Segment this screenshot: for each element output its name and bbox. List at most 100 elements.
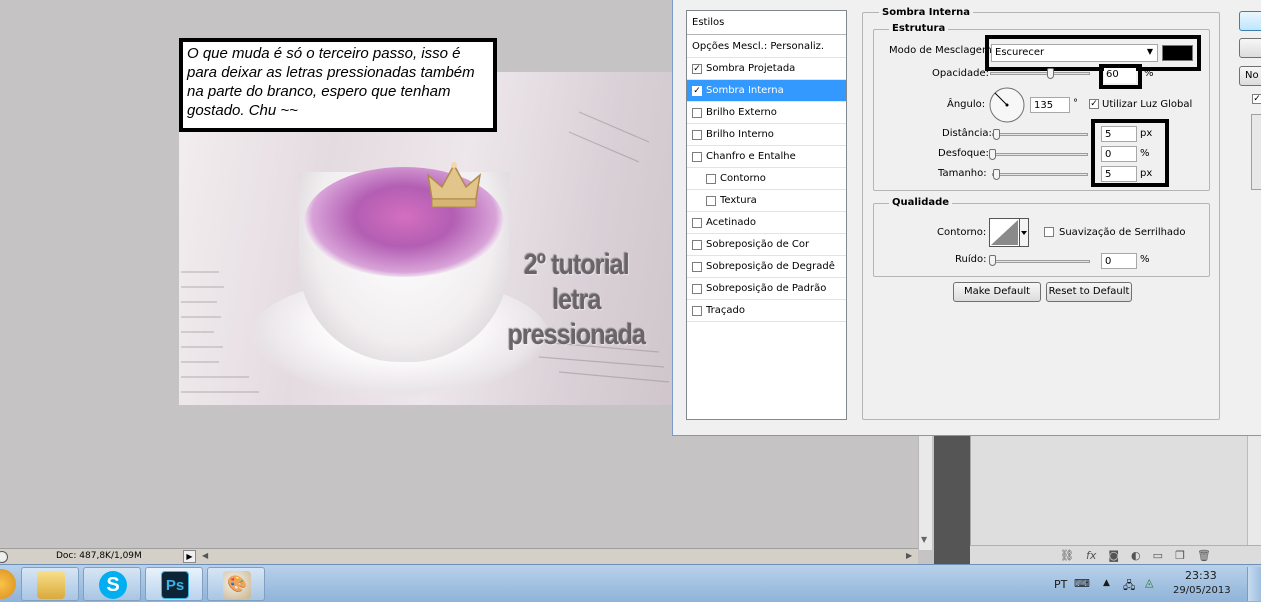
preview-checkbox[interactable]: ✓ xyxy=(1252,94,1261,104)
style-item[interactable]: Textura xyxy=(687,190,846,212)
distance-input[interactable]: 5 xyxy=(1101,126,1137,142)
taskbar-photoshop[interactable]: Ps xyxy=(145,567,203,601)
scroll-right-arrow-icon[interactable]: ▶ xyxy=(906,551,912,560)
zoom-field[interactable] xyxy=(0,551,8,563)
style-item-checkbox[interactable] xyxy=(692,261,702,272)
styles-header-label: Estilos xyxy=(692,17,725,28)
taskbar-skype[interactable]: S xyxy=(83,567,141,601)
link-icon[interactable]: ⛓ xyxy=(1060,549,1074,562)
new-layer-icon[interactable]: ❐ xyxy=(1175,549,1185,562)
network-icon[interactable]: 🖧 xyxy=(1123,577,1135,596)
style-item-checkbox[interactable] xyxy=(692,305,702,316)
style-item[interactable]: Traçado xyxy=(687,300,846,322)
language-indicator[interactable]: PT xyxy=(1054,578,1067,591)
size-label: Tamanho: xyxy=(938,168,987,179)
status-menu-arrow-icon[interactable]: ▶ xyxy=(183,550,196,563)
reset-default-button[interactable]: Reset to Default xyxy=(1046,282,1132,302)
chevron-down-icon: ▼ xyxy=(1146,47,1153,56)
style-item-checkbox[interactable] xyxy=(692,239,702,250)
taskbar-paint[interactable]: 🎨 xyxy=(207,567,265,601)
taskbar-explorer[interactable] xyxy=(21,567,79,601)
style-item-checkbox[interactable] xyxy=(692,129,702,140)
styles-header[interactable]: Estilos xyxy=(687,11,846,35)
distance-slider[interactable] xyxy=(992,133,1088,136)
keyboard-icon[interactable]: ⌨ xyxy=(1074,577,1090,590)
clock-date[interactable]: 29/05/2013 xyxy=(1173,585,1231,596)
opacity-input[interactable]: 60 xyxy=(1104,68,1136,83)
choke-label: Desfoque: xyxy=(938,148,989,159)
style-item-checkbox[interactable] xyxy=(706,195,716,206)
choke-slider[interactable] xyxy=(990,153,1088,156)
style-item[interactable]: Sobreposição de Cor xyxy=(687,234,846,256)
blend-mode-label: Modo de Mesclagem: xyxy=(889,45,996,56)
noise-input[interactable]: 0 xyxy=(1101,253,1137,269)
style-item-checkbox[interactable] xyxy=(706,173,716,184)
styles-list: Estilos Opções Mescl.: Personaliz. ✓ Sombr… xyxy=(686,10,847,420)
ok-button[interactable] xyxy=(1239,11,1261,31)
style-item-checkbox[interactable]: ✓ xyxy=(692,63,702,74)
opacity-slider-thumb[interactable] xyxy=(1047,68,1054,79)
fx-icon[interactable]: fx xyxy=(1086,549,1096,562)
noise-label: Ruído: xyxy=(955,254,987,265)
show-hidden-icons-arrow-icon[interactable]: ▲ xyxy=(1103,578,1110,588)
style-item[interactable]: Sobreposição de Padrão xyxy=(687,278,846,300)
anti-alias-label: Suavização de Serrilhado xyxy=(1059,227,1186,238)
style-item[interactable]: Contorno xyxy=(687,168,846,190)
note-annotation: O que muda é só o terceiro passo, isso é… xyxy=(179,38,497,132)
angle-input[interactable]: 135 xyxy=(1030,97,1070,113)
blend-mode-select[interactable]: Escurecer ▼ xyxy=(991,44,1158,62)
show-desktop-button[interactable] xyxy=(1247,567,1261,601)
style-item-checkbox[interactable] xyxy=(692,217,702,228)
opacity-slider[interactable] xyxy=(990,72,1090,75)
noise-unit: % xyxy=(1140,254,1150,265)
layers-scrollbar[interactable] xyxy=(1247,420,1261,548)
trash-icon[interactable]: 🗑 xyxy=(1197,549,1211,562)
style-item-checkbox[interactable]: ✓ xyxy=(692,85,702,96)
angle-dial[interactable] xyxy=(988,86,1026,124)
layers-footer: ⛓ fx ◙ ◐ ▭ ❐ 🗑 xyxy=(970,545,1261,564)
size-slider[interactable] xyxy=(992,173,1088,176)
start-button-icon[interactable] xyxy=(0,569,16,599)
style-item-checkbox[interactable] xyxy=(692,151,702,162)
choke-slider-thumb[interactable] xyxy=(989,149,996,160)
contour-picker[interactable] xyxy=(989,218,1029,248)
shadow-color-swatch[interactable] xyxy=(1162,45,1193,61)
style-preview-thumb xyxy=(1251,114,1261,190)
style-item-label: Sombra Interna xyxy=(706,85,784,96)
style-item[interactable]: Sobreposição de Degradê xyxy=(687,256,846,278)
style-item[interactable]: ✓ Sombra Interna xyxy=(687,80,846,102)
doc-size-info: Doc: 487,8K/1,09M xyxy=(56,551,142,561)
size-slider-thumb[interactable] xyxy=(993,169,1000,180)
make-default-button[interactable]: Make Default xyxy=(953,282,1041,302)
style-item-label: Textura xyxy=(720,195,757,206)
crown-decoration xyxy=(426,162,482,208)
scroll-down-arrow-icon[interactable]: ▼ xyxy=(921,535,927,544)
status-bar: Doc: 487,8K/1,09M ▶ ◀ ▶ xyxy=(0,548,918,564)
clock-time[interactable]: 23:33 xyxy=(1185,569,1217,582)
choke-input[interactable]: 0 xyxy=(1101,146,1137,162)
style-item[interactable]: Opções Mescl.: Personaliz. xyxy=(687,36,846,58)
new-style-button[interactable]: No xyxy=(1239,66,1261,86)
style-item[interactable]: ✓ Sombra Projetada xyxy=(687,58,846,80)
style-item[interactable]: Brilho Interno xyxy=(687,124,846,146)
style-item[interactable]: Chanfro e Entalhe xyxy=(687,146,846,168)
system-tray: PT ⌨ ▲ 🖧 ◬ 23:33 29/05/2013 xyxy=(1050,565,1261,602)
scroll-left-arrow-icon[interactable]: ◀ xyxy=(202,551,208,560)
noise-slider-thumb[interactable] xyxy=(989,255,996,266)
antivirus-icon[interactable]: ◬ xyxy=(1145,576,1153,589)
anti-alias-checkbox[interactable] xyxy=(1044,227,1054,237)
size-input[interactable]: 5 xyxy=(1101,166,1137,182)
style-item[interactable]: Acetinado xyxy=(687,212,846,234)
mask-icon[interactable]: ◙ xyxy=(1108,549,1119,562)
noise-slider[interactable] xyxy=(990,260,1090,263)
group-folder-icon[interactable]: ▭ xyxy=(1153,549,1163,562)
cancel-button[interactable] xyxy=(1239,38,1261,58)
global-light-checkbox[interactable]: ✓ xyxy=(1089,99,1099,109)
style-item-checkbox[interactable] xyxy=(692,107,702,118)
quality-group xyxy=(873,203,1210,277)
style-item-checkbox[interactable] xyxy=(692,283,702,294)
canvas-vertical-scrollbar[interactable] xyxy=(918,420,932,550)
style-item[interactable]: Brilho Externo xyxy=(687,102,846,124)
distance-slider-thumb[interactable] xyxy=(993,129,1000,140)
adjustment-icon[interactable]: ◐ xyxy=(1131,549,1141,562)
